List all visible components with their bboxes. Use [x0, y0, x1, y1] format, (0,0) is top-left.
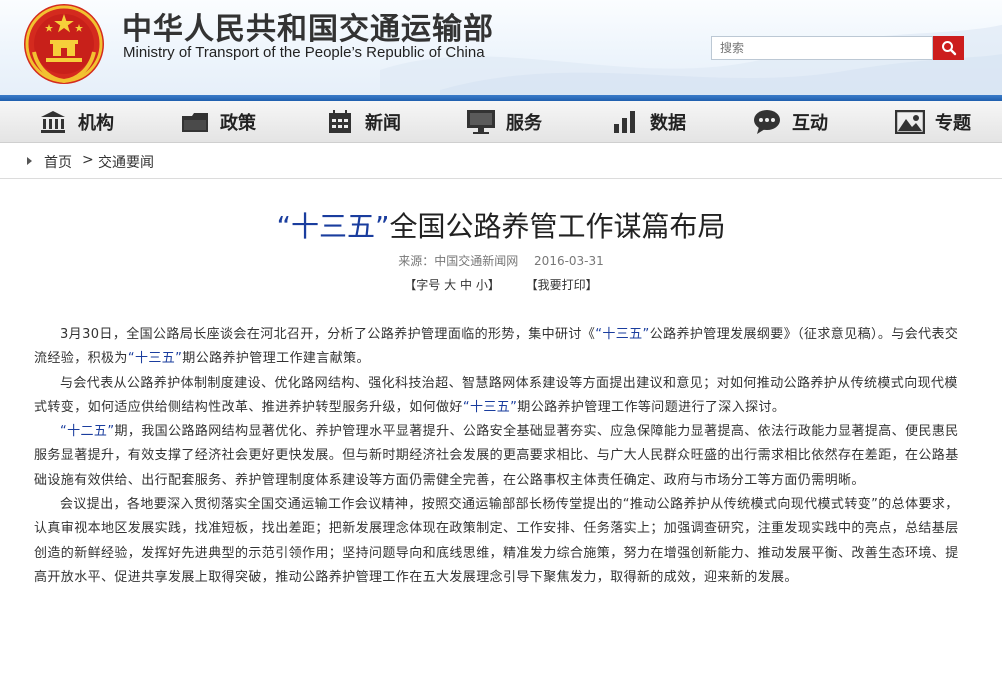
article-title-text: 全国公路养管工作谋篇布局	[389, 210, 726, 243]
highlight-text: “十三五”	[595, 327, 650, 342]
highlight-text: “十三五”	[127, 351, 183, 367]
highlight-text: “十二五”	[60, 424, 115, 440]
search-button[interactable]	[933, 36, 964, 60]
breadcrumb-current-link[interactable]: 交通要闻	[98, 152, 154, 172]
nav-label: 服务	[506, 113, 542, 134]
breadcrumb-arrow-icon	[27, 157, 32, 165]
site-title-english: Ministry of Transport of the People’s Re…	[123, 44, 485, 61]
print-button[interactable]: 【我要打印】	[526, 278, 598, 292]
article-meta: 来源：中国交通新闻网 2016-03-31	[0, 252, 1002, 269]
breadcrumb: 首页 > 交通要闻	[0, 143, 1002, 179]
nav-item-topics[interactable]: 专题	[895, 101, 971, 143]
image-icon	[895, 109, 925, 135]
nav-label: 互动	[792, 113, 828, 134]
site-header: 中华人民共和国交通运输部 Ministry of Transport of th…	[0, 0, 1002, 95]
search-icon	[941, 41, 956, 56]
search-input[interactable]	[712, 37, 932, 59]
nav-label: 机构	[78, 113, 114, 134]
font-size-small-button[interactable]: 小】	[476, 278, 500, 292]
article-paragraph: 会议提出，各地要深入贯彻落实全国交通运输工作会议精神，按照交通运输部部长杨传堂提…	[34, 493, 968, 590]
nav-item-interaction[interactable]: 互动	[752, 101, 828, 143]
nav-item-institutions[interactable]: 机构	[38, 101, 114, 143]
bar-chart-icon	[610, 109, 640, 135]
paragraph-text: 会议提出，各地要深入贯彻落实全国交通运输工作会议精神，按照交通运输部部长杨传堂提…	[34, 497, 959, 585]
article-body: 3月30日，全国公路局长座谈会在河北召开，分析了公路养护管理面临的形势，集中研讨…	[34, 323, 968, 590]
highlight-text: “十三五”	[462, 399, 518, 415]
nav-item-news[interactable]: 新闻	[325, 101, 401, 143]
paragraph-text: 期公路养护管理工作等问题进行了深入探讨。	[517, 399, 786, 415]
site-title-chinese: 中华人民共和国交通运输部	[122, 12, 494, 47]
chat-bubble-icon	[752, 109, 782, 135]
nav-label: 专题	[935, 113, 971, 134]
nav-label: 政策	[220, 113, 256, 134]
breadcrumb-separator: >	[82, 152, 94, 168]
nav-item-policy[interactable]: 政策	[180, 101, 256, 143]
nav-item-services[interactable]: 服务	[466, 101, 542, 143]
briefcase-icon	[180, 109, 210, 135]
article-title: “十三五”全国公路养管工作谋篇布局	[0, 205, 1002, 245]
font-size-label: 【字号	[404, 278, 441, 292]
nav-label: 新闻	[365, 113, 401, 134]
breadcrumb-home-link[interactable]: 首页	[44, 152, 72, 172]
font-size-medium-button[interactable]: 中	[460, 278, 472, 292]
article-date: 2016-03-31	[534, 254, 604, 268]
article-paragraph: “十二五”期，我国公路路网结构显著优化、养护管理水平显著提升、公路安全基础显著夯…	[34, 420, 968, 493]
nav-item-data[interactable]: 数据	[610, 101, 686, 143]
font-size-large-button[interactable]: 大	[444, 278, 456, 292]
paragraph-text: 期，我国公路路网结构显著优化、养护管理水平显著提升、公路安全基础显著夯实、应急保…	[34, 424, 959, 488]
main-nav: 机构 政策 新闻 服务 数据 互动 专题	[0, 101, 1002, 143]
nav-label: 数据	[650, 113, 686, 134]
article-paragraph: 与会代表从公路养护体制制度建设、优化路网结构、强化科技治超、智慧路网体系建设等方…	[34, 372, 968, 421]
national-emblem-icon	[24, 4, 104, 84]
calendar-icon	[325, 109, 355, 135]
article-source: 来源：中国交通新闻网	[398, 254, 519, 268]
article-paragraph: 3月30日，全国公路局长座谈会在河北召开，分析了公路养护管理面临的形势，集中研讨…	[34, 323, 968, 372]
paragraph-text: 3月30日，全国公路局长座谈会在河北召开，分析了公路养护管理面临的形势，集中研讨…	[60, 327, 596, 342]
paragraph-text: 期公路养护管理工作建言献策。	[182, 351, 370, 367]
article-tools: 【字号 大 中 小】 【我要打印】	[0, 276, 1002, 293]
monitor-icon	[466, 109, 496, 135]
search-box	[711, 36, 933, 60]
article-title-highlight: “十三五”	[276, 210, 390, 243]
institution-icon	[38, 109, 68, 135]
